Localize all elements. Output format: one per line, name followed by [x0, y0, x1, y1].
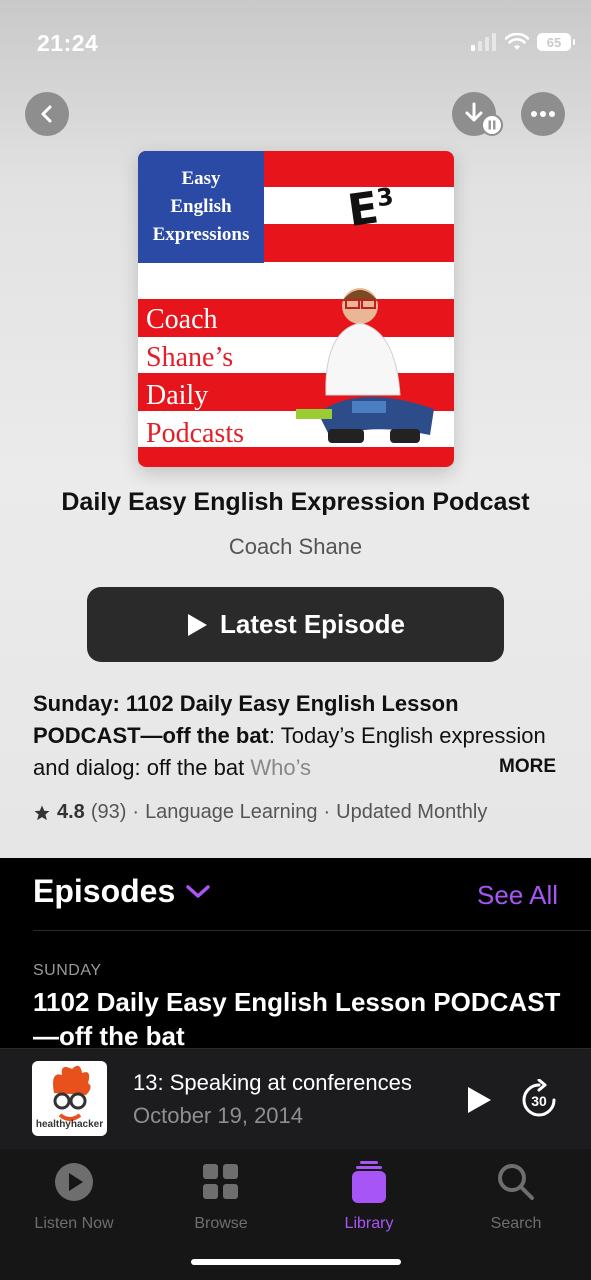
artwork-title-line: Expressions	[152, 224, 250, 245]
artwork-line: Shane’s	[146, 342, 234, 373]
artwork-subtitle: Coach Shane’s Daily Podcasts	[146, 301, 244, 453]
artwork-e3-badge: E3	[345, 180, 398, 237]
latest-episode-button[interactable]: Latest Episode	[87, 587, 504, 662]
search-icon	[498, 1164, 534, 1200]
tab-browse[interactable]: Browse	[161, 1161, 281, 1233]
artwork-line: Podcasts	[146, 418, 244, 449]
back-button[interactable]	[25, 92, 69, 136]
tab-library[interactable]: Library	[309, 1161, 429, 1233]
chevron-down-icon	[186, 884, 211, 898]
artwork-line: Coach	[146, 304, 218, 335]
tab-search[interactable]: Search	[456, 1161, 576, 1233]
more-button[interactable]: MORE	[499, 756, 556, 778]
status-time: 21:24	[37, 30, 99, 56]
mini-player-artwork: healthyhacker	[32, 1061, 107, 1136]
tab-label: Browse	[194, 1215, 248, 1232]
description-faded: Who’s	[250, 755, 312, 780]
episode-day: SUNDAY	[33, 962, 102, 979]
mini-player-title: 13: Speaking at conferences	[133, 1070, 412, 1095]
skip-forward-button[interactable]: 30	[520, 1078, 558, 1124]
tab-label: Listen Now	[34, 1215, 114, 1232]
grid-icon	[203, 1164, 238, 1199]
episodes-heading[interactable]: Episodes	[33, 873, 211, 910]
mini-player[interactable]: healthyhacker 13: Speaking at conference…	[0, 1048, 591, 1150]
play-circle-icon	[55, 1163, 93, 1201]
meta-separator: ·	[132, 801, 140, 823]
section-divider	[33, 930, 591, 931]
latest-episode-label: Latest Episode	[220, 609, 405, 639]
mini-player-date: October 19, 2014	[133, 1103, 304, 1128]
wifi-icon	[505, 33, 529, 50]
status-icons: 65	[471, 33, 575, 51]
play-icon	[188, 613, 208, 636]
tab-label: Library	[344, 1215, 394, 1232]
update-frequency: Updated Monthly	[336, 801, 488, 823]
rating-count: (93)	[90, 801, 127, 823]
episodes-heading-label: Episodes	[33, 873, 176, 909]
tab-listen-now[interactable]: Listen Now	[14, 1161, 134, 1233]
mini-play-button[interactable]	[465, 1085, 493, 1120]
episode-title[interactable]: 1102 Daily Easy English Lesson PODCAST—o…	[33, 985, 563, 1053]
battery-indicator: 65	[537, 33, 575, 51]
meta-separator: ·	[323, 801, 331, 823]
podcast-artwork: Easy English Expressions E3 Coach Shane’…	[138, 151, 454, 467]
library-stack-icon	[352, 1161, 386, 1203]
artwork-title-block: Easy English Expressions	[138, 151, 264, 263]
play-icon	[468, 1087, 491, 1113]
download-button[interactable]	[452, 92, 503, 136]
skip-label: 30	[531, 1093, 547, 1109]
star-icon	[34, 805, 50, 820]
home-indicator	[191, 1259, 401, 1265]
podcast-title: Daily Easy English Expression Podcast	[61, 488, 530, 516]
episode-description[interactable]: Sunday: 1102 Daily Easy English Lesson P…	[33, 688, 563, 784]
chevron-left-icon	[41, 105, 52, 123]
skip-forward-30-icon: 30	[522, 1078, 556, 1117]
pause-badge-icon	[481, 114, 503, 136]
tab-label: Search	[490, 1215, 542, 1232]
mini-player-art-label: healthyhacker	[35, 1119, 104, 1130]
artwork-line: Daily	[146, 380, 209, 411]
artwork-title-line: Easy	[181, 168, 221, 189]
more-options-button[interactable]	[521, 92, 565, 136]
ellipsis-icon	[531, 111, 555, 117]
signal-icon	[471, 33, 496, 51]
artwork-title-line: English	[170, 196, 232, 217]
podcast-author[interactable]: Coach Shane	[0, 534, 591, 560]
rating-value: 4.8	[57, 801, 85, 823]
see-all-button[interactable]: See All	[477, 880, 558, 911]
category-label[interactable]: Language Learning	[145, 801, 317, 824]
podcast-meta: 4.8 (93) · Language Learning · Updated M…	[33, 801, 487, 824]
